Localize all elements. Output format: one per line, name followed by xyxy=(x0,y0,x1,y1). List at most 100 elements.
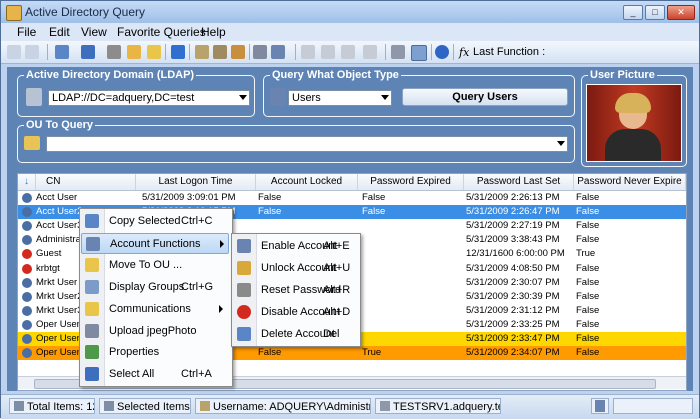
user-icon xyxy=(86,236,100,251)
cell-password-last-set: 5/31/2009 2:26:13 PM xyxy=(466,192,560,203)
menu-item-shortcut: Ctrl+C xyxy=(181,215,213,227)
query-users-button[interactable]: Query Users xyxy=(402,88,568,106)
cell-password-never-expire: False xyxy=(576,304,600,316)
chevron-right-icon xyxy=(219,304,223,313)
submenu-item-shortcut: Alt+U xyxy=(323,262,351,274)
app-icon xyxy=(6,5,22,21)
cell-password-last-set: 5/31/2009 3:38:43 PM xyxy=(466,234,560,246)
filter-icon[interactable] xyxy=(391,45,405,59)
status-selected-text: Selected Items: 1 xyxy=(117,401,191,413)
cell-password-expired: True xyxy=(362,347,382,359)
cell-password-never-expire: False xyxy=(576,220,600,232)
help-icon[interactable] xyxy=(435,45,449,59)
user-picture-group: User Picture xyxy=(581,69,687,167)
window-title: Active Directory Query xyxy=(25,5,146,19)
mail-icon xyxy=(85,301,99,316)
tools-icon[interactable] xyxy=(195,45,209,59)
menu-item-move-to-ou[interactable]: Move To OU ... xyxy=(81,255,229,276)
forward-icon[interactable] xyxy=(25,45,39,59)
submenu-item-unlock-account[interactable]: Unlock Account Alt+U xyxy=(233,258,357,279)
user-icon xyxy=(22,235,32,246)
column-password-last-set[interactable]: Password Last Set xyxy=(464,174,574,190)
submenu-item-shortcut: Del xyxy=(323,328,340,340)
menu-bar: File Edit View Favorite Queries Help xyxy=(1,23,699,41)
groups-icon xyxy=(85,279,99,294)
close-button[interactable]: ✕ xyxy=(667,5,695,20)
print-icon[interactable] xyxy=(107,45,121,59)
open-folder-icon[interactable] xyxy=(127,45,141,59)
toolbar-separator xyxy=(165,44,166,60)
cell-password-last-set: 5/31/2009 2:30:39 PM xyxy=(466,290,560,302)
user-icon xyxy=(22,348,32,359)
columns-icon[interactable] xyxy=(411,45,427,61)
column-cn[interactable]: CN xyxy=(36,174,136,190)
checkbox-icon[interactable] xyxy=(171,45,185,59)
settings-icon[interactable] xyxy=(363,45,377,59)
menu-item-upload-jpegphoto[interactable]: Upload jpegPhoto xyxy=(81,321,229,342)
submenu-item-delete-account[interactable]: Delete Account Del xyxy=(233,324,357,345)
maximize-button[interactable]: □ xyxy=(645,5,665,20)
menu-item-communications[interactable]: Communications xyxy=(81,299,229,320)
column-password-never-expire[interactable]: Password Never Expire xyxy=(574,174,686,190)
folder-icon xyxy=(24,136,40,150)
submenu-item-disable-account[interactable]: Disable Account Alt+D xyxy=(233,302,357,323)
status-username-text: Username: ADQUERY\Administrator xyxy=(213,401,370,413)
user-picture-legend: User Picture xyxy=(588,69,657,81)
back-icon[interactable] xyxy=(7,45,21,59)
tools-icon xyxy=(200,401,210,411)
table-row[interactable]: Acct User 5/31/2009 3:09:01 PM False False 5… xyxy=(18,191,686,205)
menu-item-copy-selected[interactable]: Copy Selected Ctrl+C xyxy=(81,211,229,232)
minimize-button[interactable]: _ xyxy=(623,5,643,20)
status-server-text: TESTSRV1.adquery.test xyxy=(393,401,501,413)
server-icon xyxy=(380,401,390,411)
folder-icon[interactable] xyxy=(147,45,161,59)
cell-password-never-expire: False xyxy=(576,318,600,330)
toolbar: fx Last Function : xyxy=(1,41,699,64)
menu-item-account-functions[interactable]: Account Functions xyxy=(81,232,229,254)
menu-item-select-all[interactable]: Select All Ctrl+A xyxy=(81,364,229,385)
cell-account-locked: False xyxy=(258,192,282,203)
menu-edit[interactable]: Edit xyxy=(49,25,70,39)
cell-last-logon: 5/31/2009 3:09:01 PM xyxy=(142,192,236,203)
copy-icon[interactable] xyxy=(55,45,69,59)
menu-help[interactable]: Help xyxy=(201,25,226,39)
object-type-select[interactable]: Users xyxy=(288,90,392,106)
hammer-icon[interactable] xyxy=(231,45,245,59)
menu-file[interactable]: File xyxy=(17,25,36,39)
wrench-icon[interactable] xyxy=(213,45,227,59)
cell-account-locked: False xyxy=(258,347,282,359)
menu-favorite-queries[interactable]: Favorite Queries xyxy=(117,25,206,39)
user-icon xyxy=(22,207,32,218)
cell-cn: Acct User xyxy=(36,192,78,203)
cell-password-never-expire: True xyxy=(576,248,596,260)
user-icon[interactable] xyxy=(271,45,285,59)
cell-password-never-expire: False xyxy=(576,262,600,274)
menu-item-properties[interactable]: Properties xyxy=(81,342,229,363)
group-icon[interactable] xyxy=(301,45,315,59)
cell-account-locked: False xyxy=(258,206,282,218)
cell-password-never-expire: False xyxy=(576,347,600,359)
toolbar-separator xyxy=(47,44,48,60)
sort-arrow-icon[interactable]: ↓ xyxy=(18,174,36,190)
toolbar-separator xyxy=(295,44,296,60)
export-icon[interactable] xyxy=(81,45,95,59)
ou-select[interactable] xyxy=(46,136,568,152)
computer-icon[interactable] xyxy=(321,45,335,59)
move-icon xyxy=(85,257,99,272)
photo-body xyxy=(605,129,661,161)
domain-select[interactable]: LDAP://DC=adquery,DC=test xyxy=(48,90,250,106)
menu-view[interactable]: View xyxy=(81,25,107,39)
submenu-item-reset-password[interactable]: Reset Password Alt+R xyxy=(233,280,357,301)
object-type-legend: Query What Object Type xyxy=(270,69,401,81)
column-password-expired[interactable]: Password Expired xyxy=(358,174,464,190)
user-icon xyxy=(270,88,286,106)
cell-password-never-expire: False xyxy=(576,206,600,218)
submenu-item-enable-account[interactable]: Enable Account Alt+E xyxy=(233,236,357,257)
camera-icon[interactable] xyxy=(253,45,267,59)
submenu-item-shortcut: Alt+R xyxy=(323,284,351,296)
menu-item-label: Upload jpegPhoto xyxy=(109,324,197,337)
column-account-locked[interactable]: Account Locked xyxy=(256,174,358,190)
menu-item-display-groups[interactable]: Display Groups Ctrl+G xyxy=(81,277,229,298)
column-last-logon[interactable]: Last Logon Time xyxy=(136,174,256,190)
printer-object-icon[interactable] xyxy=(341,45,355,59)
